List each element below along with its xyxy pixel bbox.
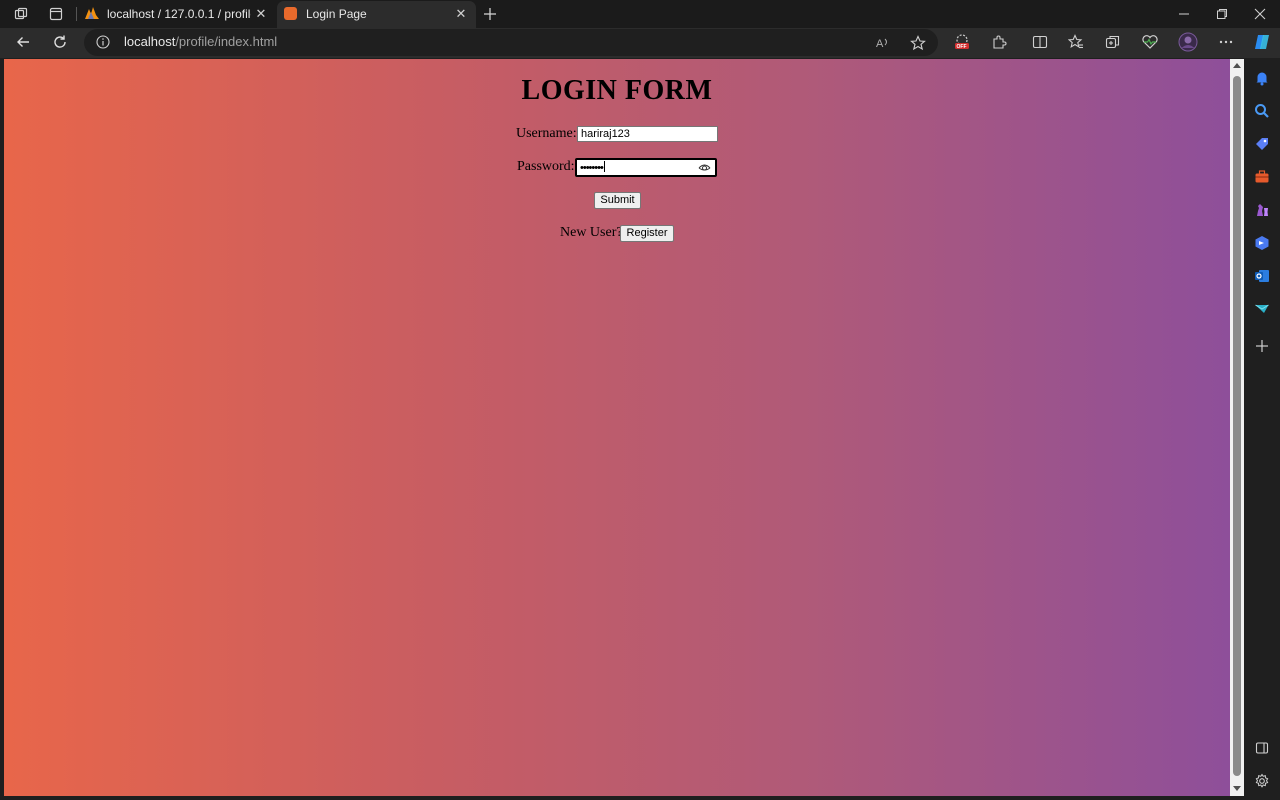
extensions-icon[interactable]: [988, 32, 1010, 52]
profile-avatar-icon[interactable]: [1177, 32, 1199, 52]
close-tab-icon[interactable]: ✕: [454, 6, 468, 21]
reveal-password-eye-icon[interactable]: [698, 162, 711, 174]
phpmyadmin-favicon-icon: [84, 6, 100, 23]
drop-send-icon[interactable]: [1253, 300, 1271, 318]
password-label: Password:: [517, 159, 575, 174]
submit-button[interactable]: Submit: [594, 192, 641, 209]
close-tab-icon[interactable]: ✕: [254, 6, 268, 21]
register-button[interactable]: Register: [620, 225, 674, 242]
edge-sidebar: [1244, 59, 1280, 800]
split-screen-icon[interactable]: [1029, 32, 1051, 52]
read-aloud-icon[interactable]: A: [874, 33, 894, 53]
svg-text:OFF: OFF: [957, 44, 967, 50]
favorite-star-icon[interactable]: [908, 33, 928, 53]
vertical-scrollbar[interactable]: [1230, 59, 1244, 796]
back-icon[interactable]: [12, 32, 34, 52]
tab-title: Login Page: [306, 7, 367, 21]
add-sidebar-app-icon[interactable]: [1253, 337, 1271, 355]
text-caret: [603, 161, 605, 172]
favorites-icon[interactable]: [1065, 32, 1087, 52]
username-label: Username:: [516, 126, 577, 141]
tab-title: localhost / 127.0.0.1 / profile / us: [107, 7, 251, 21]
tab-login-page[interactable]: Login Page ✕: [277, 1, 476, 28]
outlook-icon[interactable]: [1253, 267, 1271, 285]
tab-strip: localhost / 127.0.0.1 / profile / us ✕ L…: [0, 0, 1280, 28]
collections-icon[interactable]: [1102, 32, 1124, 52]
close-window-icon[interactable]: [1249, 4, 1271, 24]
url-path: /profile/index.html: [175, 34, 278, 49]
adblock-off-icon[interactable]: OFF: [951, 32, 973, 52]
microsoft365-icon[interactable]: [1253, 234, 1271, 252]
username-input[interactable]: hariraj123: [577, 126, 718, 142]
scroll-down-arrow-icon[interactable]: [1233, 786, 1241, 791]
xampp-favicon-icon: [284, 7, 297, 20]
shopping-tag-icon[interactable]: [1253, 135, 1271, 153]
page-title: LOGIN FORM: [521, 75, 713, 106]
copilot-icon[interactable]: [1251, 32, 1273, 52]
tools-briefcase-icon[interactable]: [1253, 168, 1271, 186]
password-input[interactable]: ••••••••: [575, 158, 717, 177]
workspaces-icon[interactable]: [10, 4, 32, 24]
sidebar-settings-gear-icon[interactable]: [1253, 772, 1271, 790]
svg-text:A: A: [876, 38, 884, 50]
page-viewport: LOGIN FORM Username: hariraj123 Password…: [4, 59, 1230, 796]
site-info-icon[interactable]: [96, 35, 110, 49]
scrollbar-thumb[interactable]: [1233, 76, 1241, 776]
browser-window: localhost / 127.0.0.1 / profile / us ✕ L…: [0, 0, 1280, 800]
games-chess-icon[interactable]: [1253, 201, 1271, 219]
scroll-up-arrow-icon[interactable]: [1233, 63, 1241, 68]
tab-divider: [76, 7, 77, 21]
tab-phpmyadmin[interactable]: localhost / 127.0.0.1 / profile / us ✕: [78, 1, 276, 28]
tab-actions-icon[interactable]: [45, 4, 67, 24]
minimize-icon[interactable]: [1173, 4, 1195, 24]
notifications-bell-icon[interactable]: [1253, 69, 1271, 87]
search-icon[interactable]: [1253, 102, 1271, 120]
refresh-icon[interactable]: [49, 32, 71, 52]
password-mask: ••••••••: [580, 162, 604, 174]
restore-icon[interactable]: [1211, 4, 1233, 24]
url-text: localhost/profile/index.html: [124, 34, 277, 49]
window-bottom-border: [0, 796, 1244, 800]
hide-sidebar-icon[interactable]: [1253, 739, 1271, 757]
new-tab-icon[interactable]: [480, 4, 500, 24]
new-user-label: New User?: [560, 225, 623, 240]
more-options-icon[interactable]: [1215, 32, 1237, 52]
address-bar[interactable]: localhost/profile/index.html A: [84, 29, 938, 56]
browser-essentials-icon[interactable]: [1139, 32, 1161, 52]
url-host: localhost: [124, 34, 176, 49]
